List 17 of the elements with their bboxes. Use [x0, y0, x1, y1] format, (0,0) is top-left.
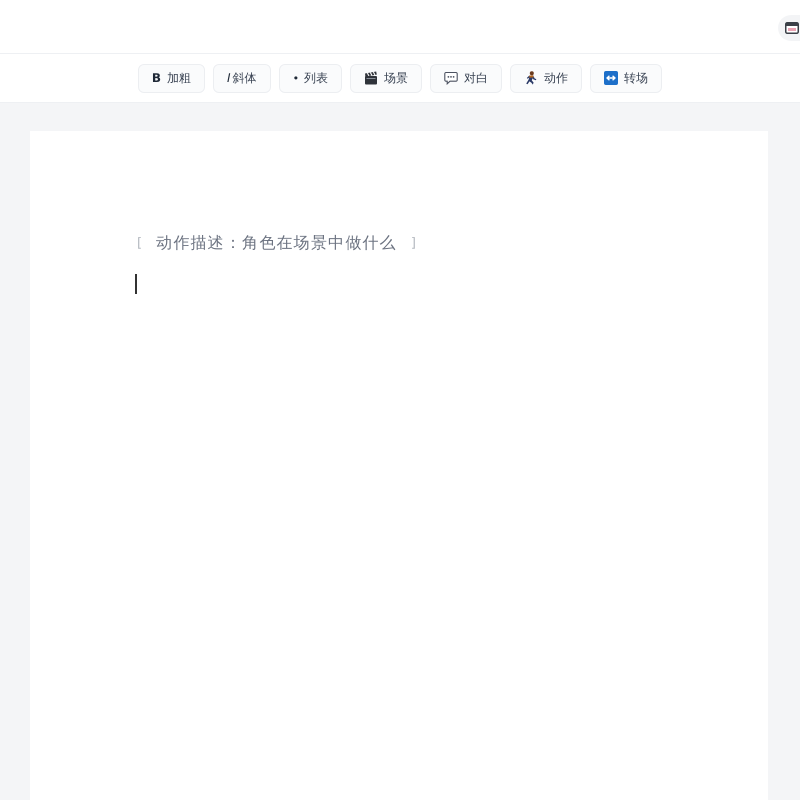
dialogue-button[interactable]: 对白: [430, 64, 502, 92]
transition-button[interactable]: 转场: [590, 64, 662, 92]
italic-button[interactable]: I 斜体: [213, 64, 271, 92]
bold-button[interactable]: B 加粗: [138, 64, 206, 92]
speech-bubble-icon: [444, 71, 458, 85]
script-editor-field[interactable]: [ 动作描述：角色在场景中做什么 ]: [30, 131, 768, 800]
clapperboard-icon: [364, 71, 378, 85]
scene-button[interactable]: 场景: [350, 64, 422, 92]
running-person-icon: [524, 71, 538, 85]
window-button[interactable]: [778, 14, 800, 40]
open-bracket: [: [137, 236, 142, 251]
window-icon: [785, 22, 799, 34]
action-placeholder-text: 动作描述：角色在场景中做什么: [156, 233, 397, 254]
text-cursor: [135, 274, 136, 294]
action-button[interactable]: 动作: [510, 64, 582, 92]
list-button[interactable]: • 列表: [278, 64, 342, 92]
close-bracket: ]: [410, 236, 416, 251]
